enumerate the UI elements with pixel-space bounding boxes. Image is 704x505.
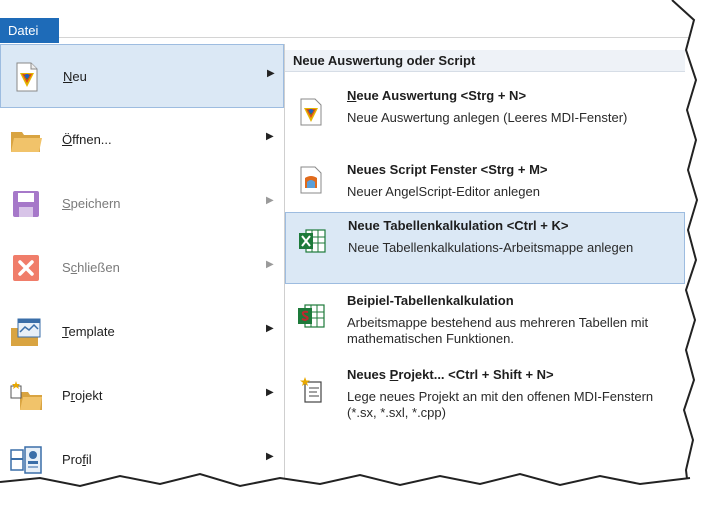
submenu-item-title: Neues Projekt... <Ctrl + Shift + N> — [347, 367, 554, 382]
neu-icon — [16, 62, 38, 92]
new-project-icon — [300, 377, 322, 403]
menu-item-template-label: Template — [62, 324, 115, 339]
submenu-item-desc: Neue Tabellenkalkulations-Arbeitsmappe a… — [348, 240, 634, 255]
folder-open-icon — [11, 132, 42, 152]
submenu-arrow-icon: ▶ — [266, 131, 274, 142]
menu-item-oeffnen-label: Öffnen... — [62, 132, 112, 147]
submenu-item-desc: Lege neues Projekt an mit den offenen MD… — [347, 389, 654, 420]
menu-item-projekt-label: Projekt — [62, 388, 103, 403]
menu-item-speichern-label: Speichern — [62, 196, 121, 211]
submenu-item-desc: Neue Auswertung anlegen (Leeres MDI-Fens… — [347, 110, 628, 125]
submenu-item-title: Neues Script Fenster <Strg + M> — [347, 162, 548, 177]
submenu-arrow-icon: ▶ — [266, 451, 274, 462]
submenu-item-title: Neue Tabellenkalkulation <Ctrl + K> — [348, 218, 569, 233]
menu-item-schliessen[interactable]: Schließen ▶ — [0, 236, 284, 300]
submenu-item-beispiel-tabellenkalkulation[interactable]: Beipiel-Tabellenkalkulation Arbeitsmappe… — [285, 288, 685, 358]
menu-item-speichern[interactable]: Speichern ▶ — [0, 172, 284, 236]
save-icon — [13, 191, 39, 217]
menu-item-neu[interactable]: Neu ▶ — [0, 44, 284, 108]
evaluation-icon — [300, 98, 322, 126]
submenu-item-title: Neue Auswertung <Strg + N> — [347, 88, 527, 103]
spreadsheet-icon — [299, 229, 326, 253]
submenu-header: Neue Auswertung oder Script — [285, 50, 685, 72]
menu-item-projekt[interactable]: Projekt ▶ — [0, 364, 284, 428]
submenu-panel: Neue Auswertung oder Script Neue Auswert… — [285, 44, 704, 505]
submenu-item-desc: Neuer AngelScript-Editor anlegen — [347, 184, 540, 199]
ribbon-bar: Datei — [0, 0, 700, 43]
submenu-item-neues-projekt[interactable]: Neues Projekt... <Ctrl + Shift + N> Lege… — [285, 362, 685, 442]
submenu-item-desc: Arbeitsmappe bestehend aus mehreren Tabe… — [347, 315, 649, 346]
profile-icon — [10, 446, 42, 474]
menu-item-oeffnen[interactable]: Öffnen... ▶ — [0, 108, 284, 172]
submenu-item-title: Beipiel-Tabellenkalkulation — [347, 293, 514, 308]
menu-item-profil-label: Profil — [62, 452, 92, 467]
menu-item-template[interactable]: Template ▶ — [0, 300, 284, 364]
submenu-arrow-icon: ▶ — [266, 259, 274, 270]
sample-spreadsheet-icon — [298, 304, 325, 328]
submenu-arrow-icon: ▶ — [266, 387, 274, 398]
menu-item-schliessen-label: Schließen — [62, 260, 120, 275]
submenu-item-neue-tabellenkalkulation[interactable]: Neue Tabellenkalkulation <Ctrl + K> Neue… — [285, 212, 685, 284]
file-menu-left: Neu ▶ Öffnen... ▶ Speichern ▶ Schließen … — [0, 44, 285, 505]
submenu-item-neues-script[interactable]: Neues Script Fenster <Strg + M> Neuer An… — [285, 156, 685, 210]
menu-item-profil[interactable]: Profil ▶ — [0, 428, 284, 492]
menu-item-neu-label: Neu — [63, 69, 87, 84]
submenu-item-neue-auswertung[interactable]: Neue Auswertung <Strg + N> Neue Auswertu… — [285, 82, 685, 152]
submenu-arrow-icon: ▶ — [266, 323, 274, 334]
project-icon — [10, 381, 42, 410]
submenu-arrow-icon: ▶ — [267, 68, 275, 79]
tab-datei[interactable]: Datei — [0, 18, 59, 43]
submenu-arrow-icon: ▶ — [266, 195, 274, 206]
close-icon — [13, 255, 39, 281]
template-icon — [11, 318, 41, 346]
script-icon — [300, 166, 322, 194]
